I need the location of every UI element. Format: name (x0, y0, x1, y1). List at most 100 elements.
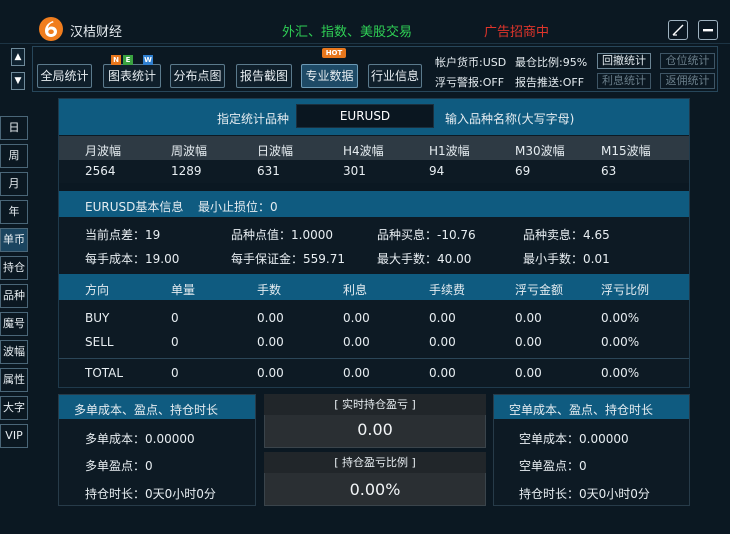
vol-day: 631 (257, 164, 280, 178)
min-stop-level: 最小止损位：0 (198, 200, 278, 214)
side-large-font[interactable]: 大字 (0, 396, 28, 420)
buy-fee: 0.00 (429, 311, 456, 325)
buy-interest: 0.00 (343, 311, 370, 325)
side-magic[interactable]: 魔号 (0, 312, 28, 336)
pos-header-pnl: 浮亏金额 (515, 283, 564, 297)
side-single-currency[interactable]: 单币 (0, 228, 28, 252)
pos-header-orders: 单量 (171, 283, 196, 297)
sell-lots: 0.00 (257, 335, 284, 349)
scroll-down-button[interactable]: ▼ (11, 72, 25, 90)
pnl-ratio-value: 0.00% (349, 480, 401, 499)
long-cost: 多单成本：0.00000 (85, 432, 195, 446)
position-stats-button[interactable]: 仓位统计 (660, 53, 715, 69)
side-month[interactable]: 月 (0, 172, 28, 196)
max-position-ratio: 最仓比例:95% (515, 56, 588, 69)
short-box-title: 空单成本、盈点、持仓时长 (509, 403, 654, 417)
minimize-icon (703, 29, 713, 32)
total-lots: 0.00 (257, 366, 284, 380)
vol-m30: 69 (515, 164, 531, 178)
side-symbols[interactable]: 品种 (0, 284, 28, 308)
realtime-pnl-title: [ 实时持仓盈亏 ] (264, 394, 486, 415)
side-day[interactable]: 日 (0, 116, 28, 140)
divider (59, 183, 689, 191)
distribution-chart-button[interactable]: 分布点图 (170, 64, 225, 88)
symbol-input[interactable]: EURUSD (296, 104, 434, 128)
positions-header (59, 274, 689, 300)
vol-h4: 301 (343, 164, 366, 178)
total-interest: 0.00 (343, 366, 370, 380)
swap-short: 品种卖息：4.65 (523, 228, 610, 242)
side-vip[interactable]: VIP (0, 424, 28, 448)
symbol-label: 指定统计品种 (217, 112, 290, 126)
sell-interest: 0.00 (343, 335, 370, 349)
swap-long: 品种买息：-10.76 (377, 228, 476, 242)
report-push-status: 报告推送:OFF (515, 76, 585, 89)
pos-header-pnl-ratio: 浮亏比例 (601, 283, 650, 297)
long-box-title: 多单成本、盈点、持仓时长 (74, 403, 219, 417)
badge-e: E (123, 55, 133, 65)
buy-lots: 0.00 (257, 311, 284, 325)
report-screenshot-button[interactable]: 报告截图 (236, 64, 292, 88)
logo-icon (39, 17, 63, 41)
total-direction: TOTAL (85, 366, 124, 380)
rebate-stats-button[interactable]: 返佣统计 (660, 73, 715, 89)
pos-header-lots: 手数 (257, 283, 282, 297)
sell-orders: 0 (171, 335, 179, 349)
short-duration: 持仓时长：0天0小时0分 (519, 487, 650, 501)
account-currency: 帐户货币:USD (435, 56, 507, 69)
vol-month: 2564 (85, 164, 116, 178)
vol-header-day: 日波幅 (257, 144, 294, 158)
total-pnl-ratio: 0.00% (601, 366, 640, 380)
total-divider (59, 358, 689, 359)
margin-per-lot: 每手保证金：559.71 (231, 252, 345, 266)
withdraw-stats-button[interactable]: 回撤统计 (597, 53, 651, 69)
vol-m15: 63 (601, 164, 617, 178)
point-value: 品种点值：1.0000 (231, 228, 333, 242)
badge-w: W (143, 55, 153, 65)
side-attributes[interactable]: 属性 (0, 368, 28, 392)
cost-per-lot: 每手成本：19.00 (85, 252, 180, 266)
symbol-hint: 输入品种名称(大写字母) (445, 112, 575, 126)
pos-header-fee: 手续费 (429, 283, 466, 297)
sell-direction: SELL (85, 335, 114, 349)
realtime-pnl-value: 0.00 (357, 420, 393, 439)
side-positions[interactable]: 持仓 (0, 256, 28, 280)
vol-week: 1289 (171, 164, 202, 178)
app-title: 汉桔财经 (70, 25, 123, 40)
buy-pnl: 0.00 (515, 311, 542, 325)
edit-button[interactable] (668, 20, 688, 40)
edit-icon (672, 24, 684, 36)
sell-pnl: 0.00 (515, 335, 542, 349)
minimize-button[interactable] (698, 20, 718, 40)
buy-orders: 0 (171, 311, 179, 325)
hot-badge: HOT (322, 48, 346, 58)
scroll-up-button[interactable]: ▲ (11, 48, 25, 66)
pro-data-button[interactable]: 专业数据 (301, 64, 358, 88)
vol-header-h1: H1波幅 (429, 144, 470, 158)
vol-header-h4: H4波幅 (343, 144, 384, 158)
total-pnl: 0.00 (515, 366, 542, 380)
long-duration: 持仓时长：0天0小时0分 (85, 487, 216, 501)
side-year[interactable]: 年 (0, 200, 28, 224)
interest-stats-button[interactable]: 利息统计 (597, 73, 651, 89)
total-orders: 0 (171, 366, 179, 380)
global-stats-button[interactable]: 全局统计 (37, 64, 92, 88)
sell-pnl-ratio: 0.00% (601, 335, 640, 349)
current-spread: 当前点差：19 (85, 228, 161, 242)
short-cost: 空单成本：0.00000 (519, 432, 629, 446)
vol-header-month: 月波幅 (85, 144, 122, 158)
chart-stats-button[interactable]: 图表统计 (103, 64, 161, 88)
short-points: 空单盈点：0 (519, 459, 587, 473)
total-fee: 0.00 (429, 366, 456, 380)
side-volatility[interactable]: 波幅 (0, 340, 28, 364)
vol-header-m15: M15波幅 (601, 144, 651, 158)
buy-pnl-ratio: 0.00% (601, 311, 640, 325)
long-points: 多单盈点：0 (85, 459, 153, 473)
sell-fee: 0.00 (429, 335, 456, 349)
pos-header-interest: 利息 (343, 283, 368, 297)
max-lots: 最大手数：40.00 (377, 252, 472, 266)
vol-header-week: 周波幅 (171, 144, 208, 158)
industry-info-button[interactable]: 行业信息 (368, 64, 422, 88)
side-week[interactable]: 周 (0, 144, 28, 168)
pos-header-direction: 方向 (85, 283, 110, 297)
